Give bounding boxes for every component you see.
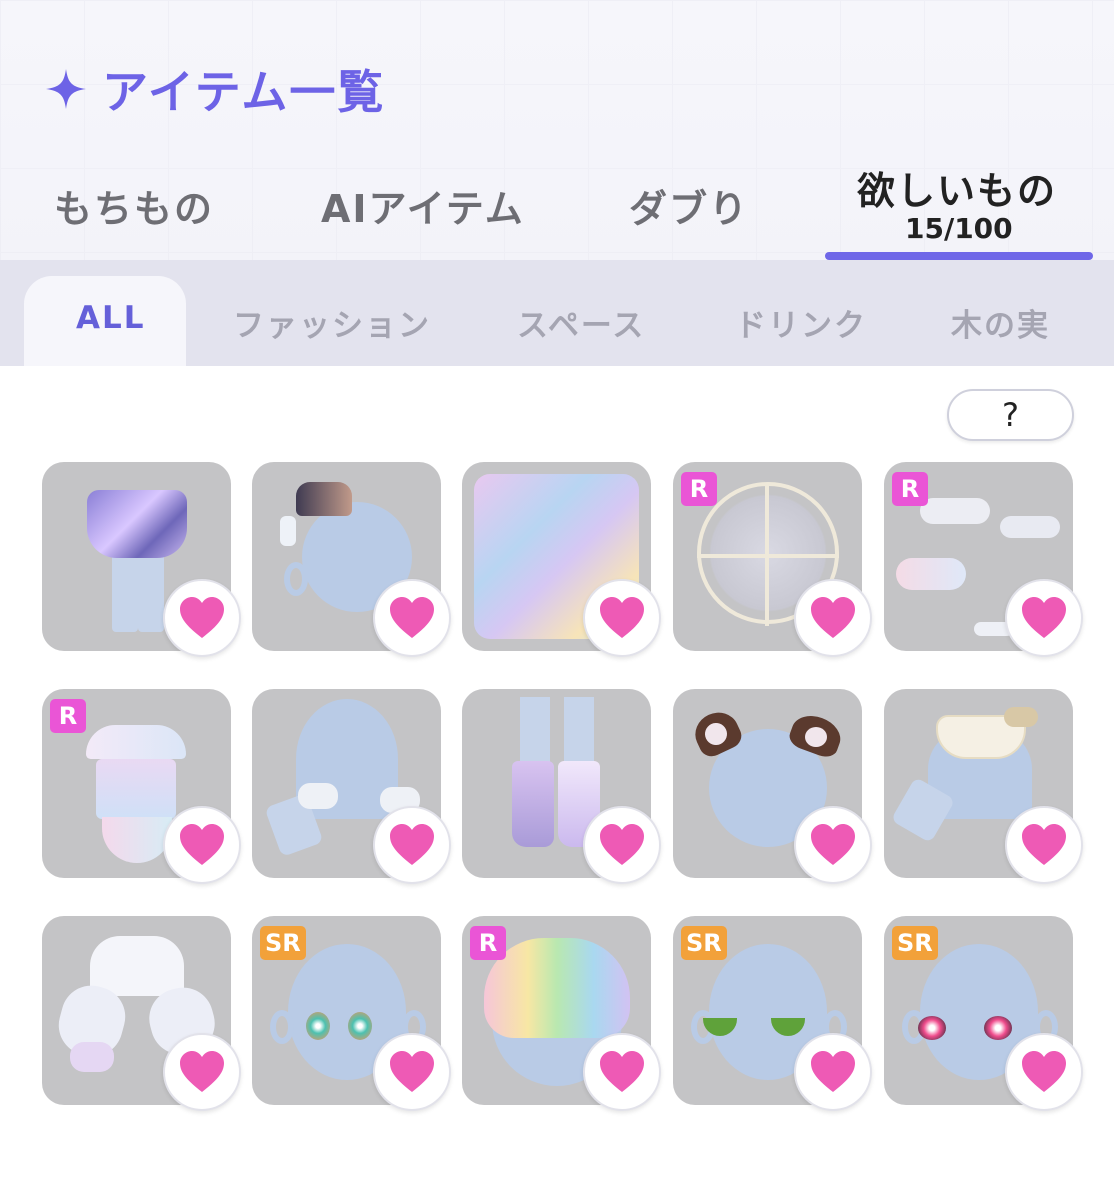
header: アイテム一覧 もちもの AIアイテム ダブり 欲しいもの 15/100 — [0, 0, 1114, 260]
item-card[interactable] — [462, 689, 661, 884]
tab-wishlist[interactable]: 欲しいもの — [857, 160, 1057, 215]
heart-button[interactable] — [1005, 1033, 1083, 1111]
heart-button[interactable] — [583, 579, 661, 657]
item-card[interactable] — [42, 916, 241, 1111]
heart-button[interactable] — [794, 806, 872, 884]
sparkle-icon — [46, 69, 86, 109]
item-card[interactable]: R — [884, 462, 1083, 657]
category-tab-space[interactable]: スペース — [517, 300, 645, 345]
heart-icon — [390, 1051, 434, 1092]
item-card[interactable]: R — [462, 916, 661, 1111]
heart-icon — [180, 1051, 224, 1092]
heart-button[interactable] — [583, 1033, 661, 1111]
category-tab-nuts[interactable]: 木の実 — [951, 300, 1050, 345]
item-card[interactable]: SR — [252, 916, 451, 1111]
help-button[interactable]: ? — [947, 389, 1074, 441]
heart-icon — [811, 597, 855, 638]
rarity-badge: R — [892, 472, 928, 506]
rarity-badge: SR — [260, 926, 306, 960]
heart-icon — [180, 824, 224, 865]
heart-icon — [390, 824, 434, 865]
item-card[interactable] — [252, 462, 451, 657]
heart-icon — [1022, 1051, 1066, 1092]
rarity-badge: SR — [681, 926, 727, 960]
heart-button[interactable] — [794, 579, 872, 657]
heart-button[interactable] — [163, 579, 241, 657]
heart-icon — [390, 597, 434, 638]
heart-button[interactable] — [1005, 806, 1083, 884]
heart-icon — [1022, 824, 1066, 865]
rarity-badge: SR — [892, 926, 938, 960]
item-card[interactable] — [42, 462, 241, 657]
tab-duplicates[interactable]: ダブり — [629, 178, 749, 233]
item-card[interactable] — [462, 462, 661, 657]
heart-button[interactable] — [373, 806, 451, 884]
item-card[interactable] — [252, 689, 451, 884]
item-card[interactable]: R — [42, 689, 241, 884]
heart-icon — [811, 1051, 855, 1092]
page-title: アイテム一覧 — [102, 65, 386, 119]
heart-icon — [811, 824, 855, 865]
heart-icon — [180, 597, 224, 638]
category-bar: ALL ファッション スペース ドリンク 木の実 — [0, 260, 1114, 366]
heart-button[interactable] — [794, 1033, 872, 1111]
item-card[interactable]: R — [673, 462, 872, 657]
heart-icon — [600, 824, 644, 865]
heart-icon — [600, 597, 644, 638]
rarity-badge: R — [470, 926, 506, 960]
item-card[interactable]: SR — [673, 916, 872, 1111]
item-card[interactable]: SR — [884, 916, 1083, 1111]
rarity-badge: R — [50, 699, 86, 733]
heart-icon — [1022, 597, 1066, 638]
category-tab-fashion[interactable]: ファッション — [233, 300, 431, 345]
rarity-badge: R — [681, 472, 717, 506]
item-card[interactable] — [884, 689, 1083, 884]
title-row: アイテム一覧 — [44, 56, 385, 122]
heart-button[interactable] — [373, 1033, 451, 1111]
category-tab-all[interactable]: ALL — [76, 300, 146, 336]
heart-button[interactable] — [163, 1033, 241, 1111]
active-tab-indicator — [825, 252, 1093, 260]
heart-button[interactable] — [583, 806, 661, 884]
heart-button[interactable] — [1005, 579, 1083, 657]
tab-mochimono[interactable]: もちもの — [54, 178, 214, 233]
heart-icon — [600, 1051, 644, 1092]
heart-button[interactable] — [373, 579, 451, 657]
heart-button[interactable] — [163, 806, 241, 884]
category-tab-drink[interactable]: ドリンク — [735, 300, 867, 345]
tab-ai-items[interactable]: AIアイテム — [321, 178, 525, 233]
item-card[interactable] — [673, 689, 872, 884]
wishlist-count: 15/100 — [905, 212, 1013, 245]
